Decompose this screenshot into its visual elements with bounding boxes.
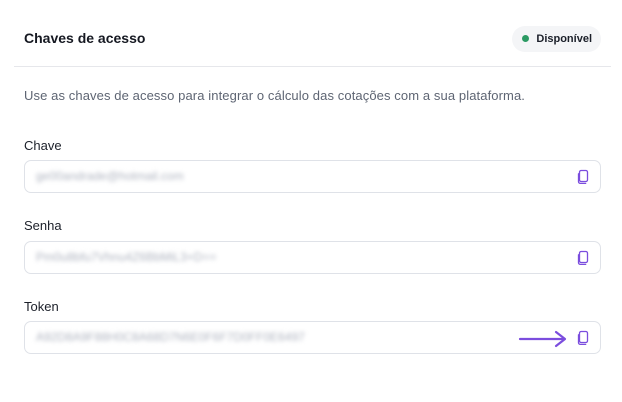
key-label: Chave [24,138,62,153]
token-label: Token [24,299,59,314]
copy-icon [577,250,589,266]
key-value: ge00andrade@hotmail.com [36,169,184,183]
access-keys-card: Chaves de acesso Disponível Use as chave… [0,0,622,402]
card-header: Chaves de acesso Disponível [14,14,611,67]
password-field[interactable]: Pm0u8bfu7Vhnu4Z6BbMiL3+D== [24,241,601,274]
status-badge: Disponível [512,26,601,52]
password-label: Senha [24,218,62,233]
page-title: Chaves de acesso [24,30,146,46]
copy-icon [577,330,589,346]
password-value: Pm0u8bfu7Vhnu4Z6BbMiL3+D== [36,250,217,264]
token-field[interactable]: A92D8A9F88H0C8A68D7N6E0F6F7D0FF0E6497 [24,321,601,354]
copy-icon [577,169,589,185]
token-value: A92D8A9F88H0C8A68D7N6E0F6F7D0FF0E6497 [36,330,305,344]
key-field[interactable]: ge00andrade@hotmail.com [24,160,601,193]
copy-token-button[interactable] [575,329,591,347]
copy-key-button[interactable] [575,168,591,186]
status-dot-icon [522,35,530,42]
status-badge-label: Disponível [536,33,592,45]
copy-password-button[interactable] [575,249,591,267]
arrow-right-icon [518,330,567,348]
description-text: Use as chaves de acesso para integrar o … [24,88,526,103]
